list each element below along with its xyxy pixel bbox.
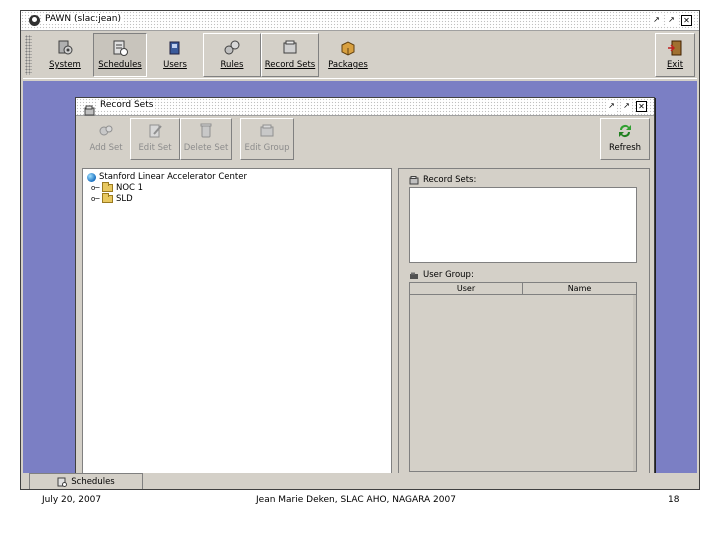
delete-set-icon — [197, 122, 215, 140]
folder-icon — [102, 182, 113, 192]
pawn-logo-icon — [29, 15, 40, 26]
delete-set-button[interactable]: Delete Set — [180, 118, 232, 160]
tree-item-noc[interactable]: o─ NOC 1 — [91, 182, 143, 193]
user-group-small-icon — [409, 271, 419, 280]
add-set-button[interactable]: Add Set — [82, 118, 130, 160]
record-sets-button[interactable]: Record Sets — [261, 33, 319, 77]
edit-set-button[interactable]: Edit Set — [130, 118, 180, 160]
app-title: PAWN (slac:jean) — [43, 14, 123, 24]
edit-group-button[interactable]: Edit Group — [240, 118, 294, 160]
schedules-icon — [57, 477, 68, 487]
record-sets-small-icon — [409, 175, 419, 185]
record-sets-title-bar[interactable]: Record Sets ↗ ↗ ✕ — [76, 98, 654, 116]
user-group-table[interactable]: User Name — [409, 282, 637, 472]
packages-icon — [339, 39, 357, 57]
refresh-button[interactable]: Refresh — [600, 118, 650, 160]
footer-date: July 20, 2007 — [42, 495, 102, 505]
users-button[interactable]: Users — [147, 33, 203, 77]
app-title-bar[interactable]: PAWN (slac:jean) ↗ ↗ ✕ — [21, 11, 699, 31]
record-sets-list[interactable] — [409, 187, 637, 263]
expand-handle-icon[interactable]: o─ — [91, 184, 100, 192]
user-group-section-label: User Group: — [409, 270, 474, 280]
footer-page-number: 18 — [668, 495, 680, 505]
close-icon[interactable]: ✕ — [681, 15, 692, 26]
add-set-icon — [97, 122, 115, 140]
schedules-icon — [111, 39, 129, 57]
schedules-button[interactable]: Schedules — [93, 33, 147, 77]
record-sets-toolbar: Add Set Edit Set Delete Set Edit Group R… — [78, 118, 652, 162]
record-sets-section-label: Record Sets: — [409, 175, 476, 185]
record-sets-title-icon — [84, 101, 95, 116]
close-icon[interactable]: ✕ — [636, 101, 647, 112]
refresh-icon — [616, 122, 634, 140]
record-sets-title: Record Sets — [98, 100, 156, 110]
tree-root[interactable]: Stanford Linear Accelerator Center — [87, 172, 247, 182]
users-icon — [166, 39, 184, 57]
rules-icon — [223, 39, 241, 57]
rules-button[interactable]: Rules — [203, 33, 261, 77]
record-sets-window-controls: ↗ ↗ ✕ — [606, 101, 647, 112]
organization-tree[interactable]: Stanford Linear Accelerator Center o─ NO… — [82, 168, 392, 476]
footer-credit: Jean Marie Deken, SLAC AHO, NAGARA 2007 — [256, 495, 456, 505]
globe-icon — [87, 172, 96, 182]
edit-set-icon — [146, 122, 164, 140]
app-window: PAWN (slac:jean) ↗ ↗ ✕ System Schedules … — [20, 10, 700, 490]
app-window-controls: ↗ ↗ ✕ — [651, 15, 692, 26]
system-button[interactable]: System — [37, 33, 93, 77]
restore-icon[interactable]: ↗ — [606, 101, 617, 112]
maximize-icon[interactable]: ↗ — [666, 15, 677, 26]
table-scrollbar[interactable] — [633, 295, 636, 471]
expand-handle-icon[interactable]: o─ — [91, 195, 100, 203]
exit-button[interactable]: Exit — [655, 33, 695, 77]
main-toolbar: System Schedules Users Rules Record Sets — [23, 33, 697, 79]
record-sets-window: Record Sets ↗ ↗ ✕ Add Set Edit Set Delet… — [75, 97, 655, 481]
column-header-name[interactable]: Name — [523, 283, 636, 294]
restore-icon[interactable]: ↗ — [651, 15, 662, 26]
maximize-icon[interactable]: ↗ — [621, 101, 632, 112]
packages-button[interactable]: Packages — [319, 33, 377, 77]
desktop-area: Record Sets ↗ ↗ ✕ Add Set Edit Set Delet… — [23, 81, 697, 481]
tab-schedules[interactable]: Schedules — [29, 473, 143, 489]
toolbar-grip[interactable] — [25, 35, 32, 75]
table-header: User Name — [410, 283, 636, 295]
exit-door-icon — [666, 39, 684, 57]
system-icon — [56, 39, 74, 57]
folder-icon — [102, 193, 113, 203]
edit-group-icon — [258, 122, 276, 140]
record-sets-icon — [281, 39, 299, 57]
tree-item-sld[interactable]: o─ SLD — [91, 193, 133, 204]
details-panel: Record Sets: User Group: User Name — [398, 168, 650, 476]
column-header-user[interactable]: User — [410, 283, 523, 294]
window-tab-bar: Schedules — [23, 473, 697, 489]
